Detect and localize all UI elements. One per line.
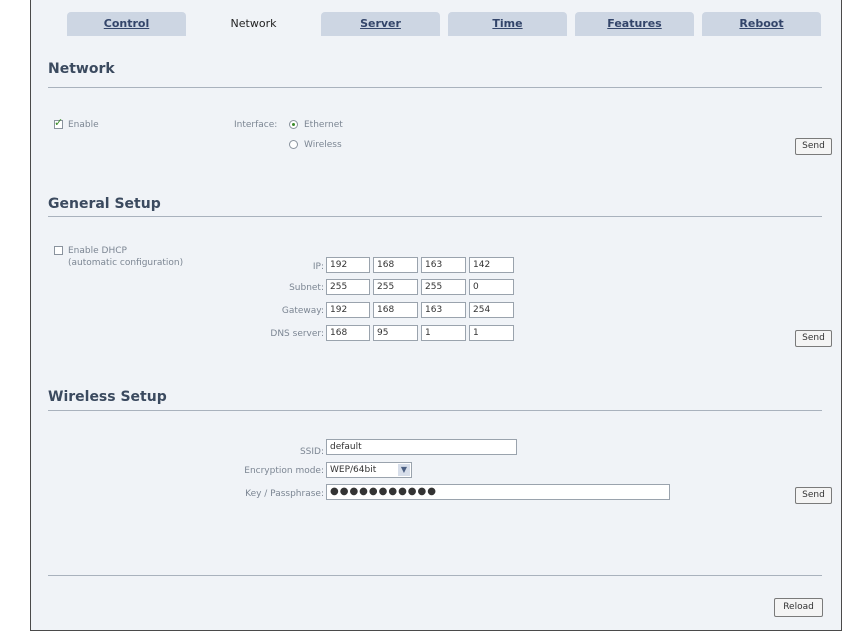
key-label: Key / Passphrase: [245,489,324,499]
tab-server[interactable]: Server [321,12,440,36]
ip-octet-2[interactable]: 168 [373,257,418,273]
ip-octet-1[interactable]: 192 [326,257,370,273]
ssid-input[interactable]: default [326,439,517,455]
dns-octet-1[interactable]: 168 [326,325,370,341]
wireless-send-button[interactable]: Send [795,487,832,504]
tab-network[interactable]: Network [194,12,313,36]
general-section-title: General Setup [48,196,161,212]
subnet-octet-1[interactable]: 255 [326,279,370,295]
gateway-octet-2[interactable]: 168 [373,302,418,318]
wireless-divider [48,410,822,411]
interface-label: Interface: [234,120,278,130]
subnet-octet-4[interactable]: 0 [469,279,514,295]
tab-time[interactable]: Time [448,12,567,36]
gateway-octet-4[interactable]: 254 [469,302,514,318]
dns-octet-2[interactable]: 95 [373,325,418,341]
subnet-octet-3[interactable]: 255 [421,279,466,295]
ethernet-label: Ethernet [304,120,343,130]
gateway-octet-1[interactable]: 192 [326,302,370,318]
enable-label: Enable [68,120,99,130]
wireless-label: Wireless [304,140,342,150]
network-divider [48,87,822,88]
network-section-title: Network [48,61,115,77]
dns-octet-4[interactable]: 1 [469,325,514,341]
tab-reboot[interactable]: Reboot [702,12,821,36]
ip-octet-4[interactable]: 142 [469,257,514,273]
dhcp-sublabel: (automatic configuration) [68,258,184,268]
ip-octet-3[interactable]: 163 [421,257,466,273]
dhcp-checkbox[interactable] [54,246,63,255]
subnet-octet-2[interactable]: 255 [373,279,418,295]
encryption-label: Encryption mode: [244,466,324,476]
dns-label: DNS server: [270,329,324,339]
dns-octet-3[interactable]: 1 [421,325,466,341]
tab-features[interactable]: Features [575,12,694,36]
ethernet-radio[interactable] [289,120,298,129]
wireless-section-title: Wireless Setup [48,389,167,405]
gateway-label: Gateway: [281,306,324,316]
ssid-label: SSID: [299,447,324,457]
encryption-value: WEP/64bit [330,465,377,475]
encryption-select[interactable]: WEP/64bit ▼ [326,462,412,478]
general-divider [48,216,822,217]
config-panel: Control Network Server Time Features Reb… [30,0,842,631]
wireless-radio[interactable] [289,140,298,149]
subnet-label: Subnet: [289,283,324,293]
footer-divider [48,575,822,576]
chevron-down-icon[interactable]: ▼ [398,464,410,476]
enable-checkbox[interactable] [54,116,63,129]
dhcp-label: Enable DHCP [68,246,127,256]
tab-control[interactable]: Control [67,12,186,36]
general-send-button[interactable]: Send [795,330,832,347]
gateway-octet-3[interactable]: 163 [421,302,466,318]
reload-button[interactable]: Reload [774,598,823,617]
network-send-button[interactable]: Send [795,138,832,155]
ip-label: IP: [312,262,324,272]
key-input[interactable]: ●●●●●●●●●●● [326,484,670,500]
